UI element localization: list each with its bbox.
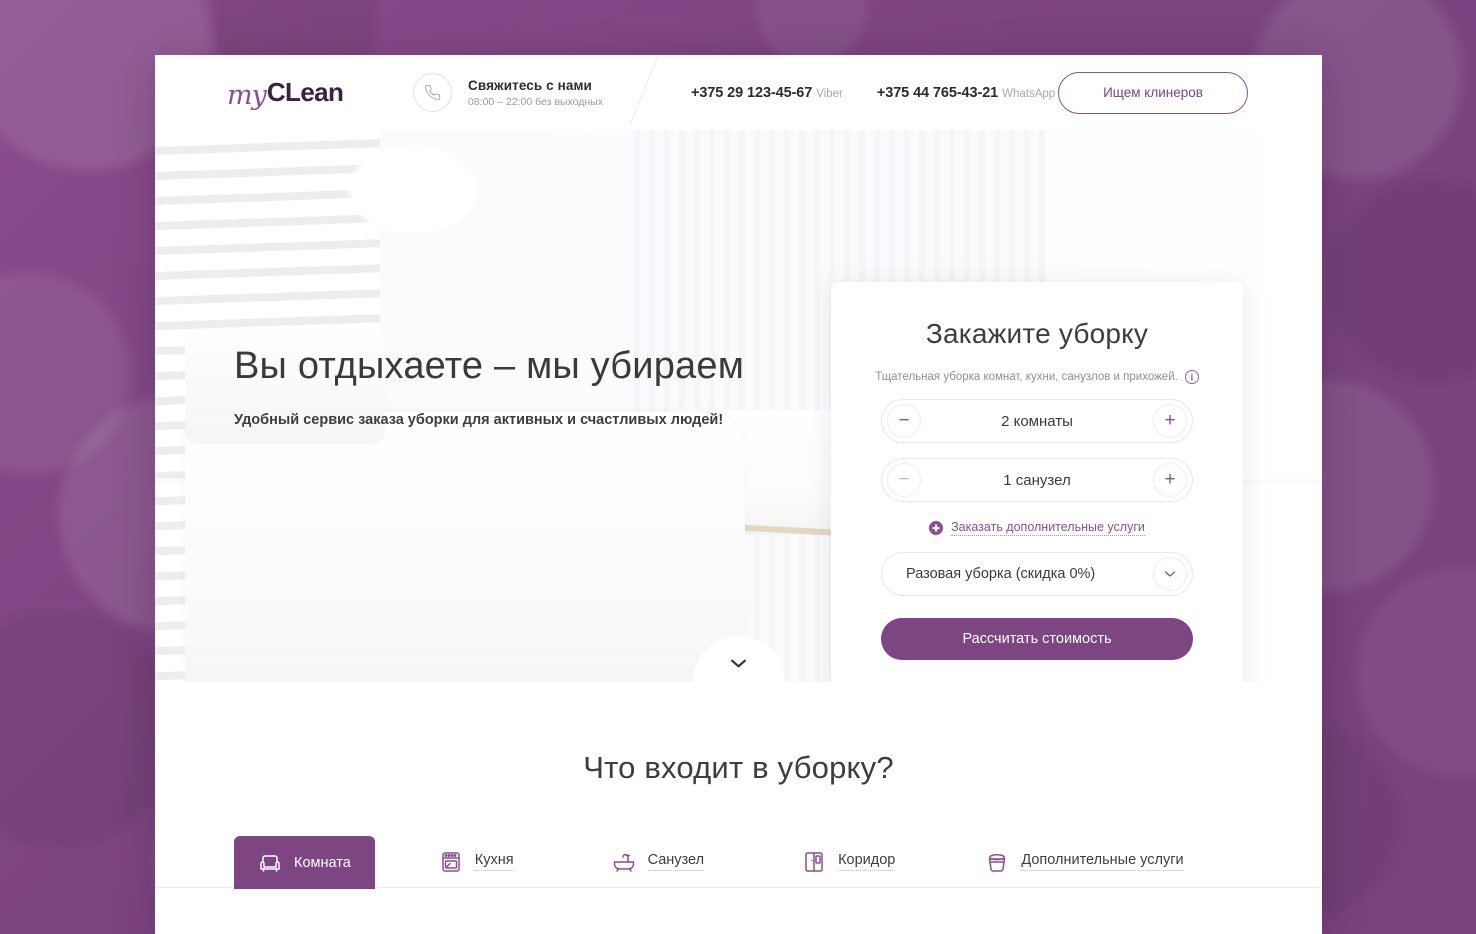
phone-number: +375 29 123-45-67 [690, 84, 813, 101]
rooms-stepper: − 2 комнаты + [881, 399, 1193, 443]
contact-title: Свяжитесь с нами [468, 77, 592, 93]
bathrooms-increment-button[interactable]: + [1153, 463, 1187, 497]
extra-services-link[interactable]: Заказать дополнительные услуги [881, 520, 1193, 536]
plus-circle-icon [929, 521, 944, 535]
logo[interactable]: my CLean [227, 77, 357, 111]
services-tabs: Комната Кухня Санузел Коридор Дополнител… [155, 836, 1322, 889]
tab-corridor[interactable]: Коридор [778, 836, 919, 887]
bucket-icon [985, 850, 1009, 874]
tab-kitchen-label: Кухня [474, 852, 514, 871]
logo-bold-text: CLean [266, 77, 344, 107]
tab-spacer [538, 836, 588, 887]
order-form-note-text: Тщательная уборка комнат, кухни, санузло… [875, 371, 1178, 383]
calculate-price-button[interactable]: Рассчитать стоимость [881, 618, 1193, 660]
hero-title: Вы отдыхаете – мы убираем [234, 345, 745, 387]
bathrooms-value: 1 санузел [1003, 471, 1071, 489]
tab-bathroom[interactable]: Санузел [588, 836, 729, 887]
info-icon[interactable]: i [1184, 370, 1199, 384]
tab-kitchen[interactable]: Кухня [415, 836, 538, 887]
phone-item-viber[interactable]: +375 29 123-45-67 Viber [691, 84, 843, 102]
hiring-cleaners-button[interactable]: Ищем клинеров [1058, 71, 1248, 114]
tab-extra-services[interactable]: Дополнительные услуги [961, 836, 1207, 887]
phone-messenger-tag: WhatsApp [1002, 87, 1056, 100]
frequency-selected-value: Разовая уборка (скидка 0%) [906, 566, 1096, 582]
phone-icon [413, 73, 452, 112]
bathrooms-decrement-button[interactable]: − [887, 463, 921, 497]
frequency-select[interactable]: Разовая уборка (скидка 0%) [881, 552, 1193, 596]
website-page: my CLean Свяжитесь с нами 08:00 – 22:00 … [155, 55, 1322, 934]
services-section-title: Что входит в уборку? [583, 750, 894, 785]
services-section: Что входит в уборку? Комната Кухня Сануз… [155, 682, 1322, 889]
tab-spacer [728, 836, 778, 887]
tab-room-label: Комната [294, 854, 351, 871]
header-divider [629, 55, 660, 125]
rooms-value: 2 комнаты [1001, 412, 1073, 430]
armchair-icon [258, 851, 282, 875]
phone-list: +375 29 123-45-67 Viber +375 44 765-43-21… [691, 84, 1055, 102]
phone-messenger-tag: Viber [816, 87, 843, 100]
tab-bathroom-label: Санузел [647, 852, 705, 871]
order-form-card: Закажите уборку Тщательная уборка комнат… [831, 282, 1243, 682]
phone-item-whatsapp[interactable]: +375 44 765-43-21 WhatsApp [877, 84, 1055, 102]
contact-text: Свяжитесь с нами 08:00 – 22:00 без выход… [468, 78, 603, 108]
tab-corridor-label: Коридор [838, 852, 896, 871]
hero-section: Вы отдыхаете – мы убираем Удобный сервис… [155, 130, 1322, 682]
oven-icon [439, 850, 463, 874]
phone-number: +375 44 765-43-21 [876, 84, 999, 101]
tab-spacer [919, 836, 961, 887]
extra-services-label: Заказать дополнительные услуги [951, 520, 1145, 536]
bathrooms-stepper: − 1 санузел + [881, 458, 1193, 502]
contact-hours: 08:00 – 22:00 без выходных [468, 95, 603, 108]
rooms-decrement-button[interactable]: − [887, 404, 921, 438]
tab-room[interactable]: Комната [234, 836, 375, 889]
logo-script-text: my [227, 80, 267, 111]
site-header: my CLean Свяжитесь с нами 08:00 – 22:00 … [155, 55, 1322, 130]
wardrobe-icon [802, 850, 826, 874]
bathtub-icon [612, 850, 636, 874]
contact-block: Свяжитесь с нами 08:00 – 22:00 без выход… [413, 55, 660, 125]
chevron-down-icon[interactable] [1153, 557, 1187, 591]
order-form-note: Тщательная уборка комнат, кухни, санузло… [875, 370, 1199, 384]
hero-text-block: Вы отдыхаете – мы убираем Удобный сервис… [234, 345, 744, 428]
tab-spacer [375, 836, 415, 887]
tab-extra-services-label: Дополнительные услуги [1021, 852, 1184, 871]
rooms-increment-button[interactable]: + [1153, 404, 1187, 438]
hero-subtitle: Удобный сервис заказа уборки для активны… [234, 412, 724, 428]
order-form-title: Закажите уборку [925, 318, 1149, 349]
